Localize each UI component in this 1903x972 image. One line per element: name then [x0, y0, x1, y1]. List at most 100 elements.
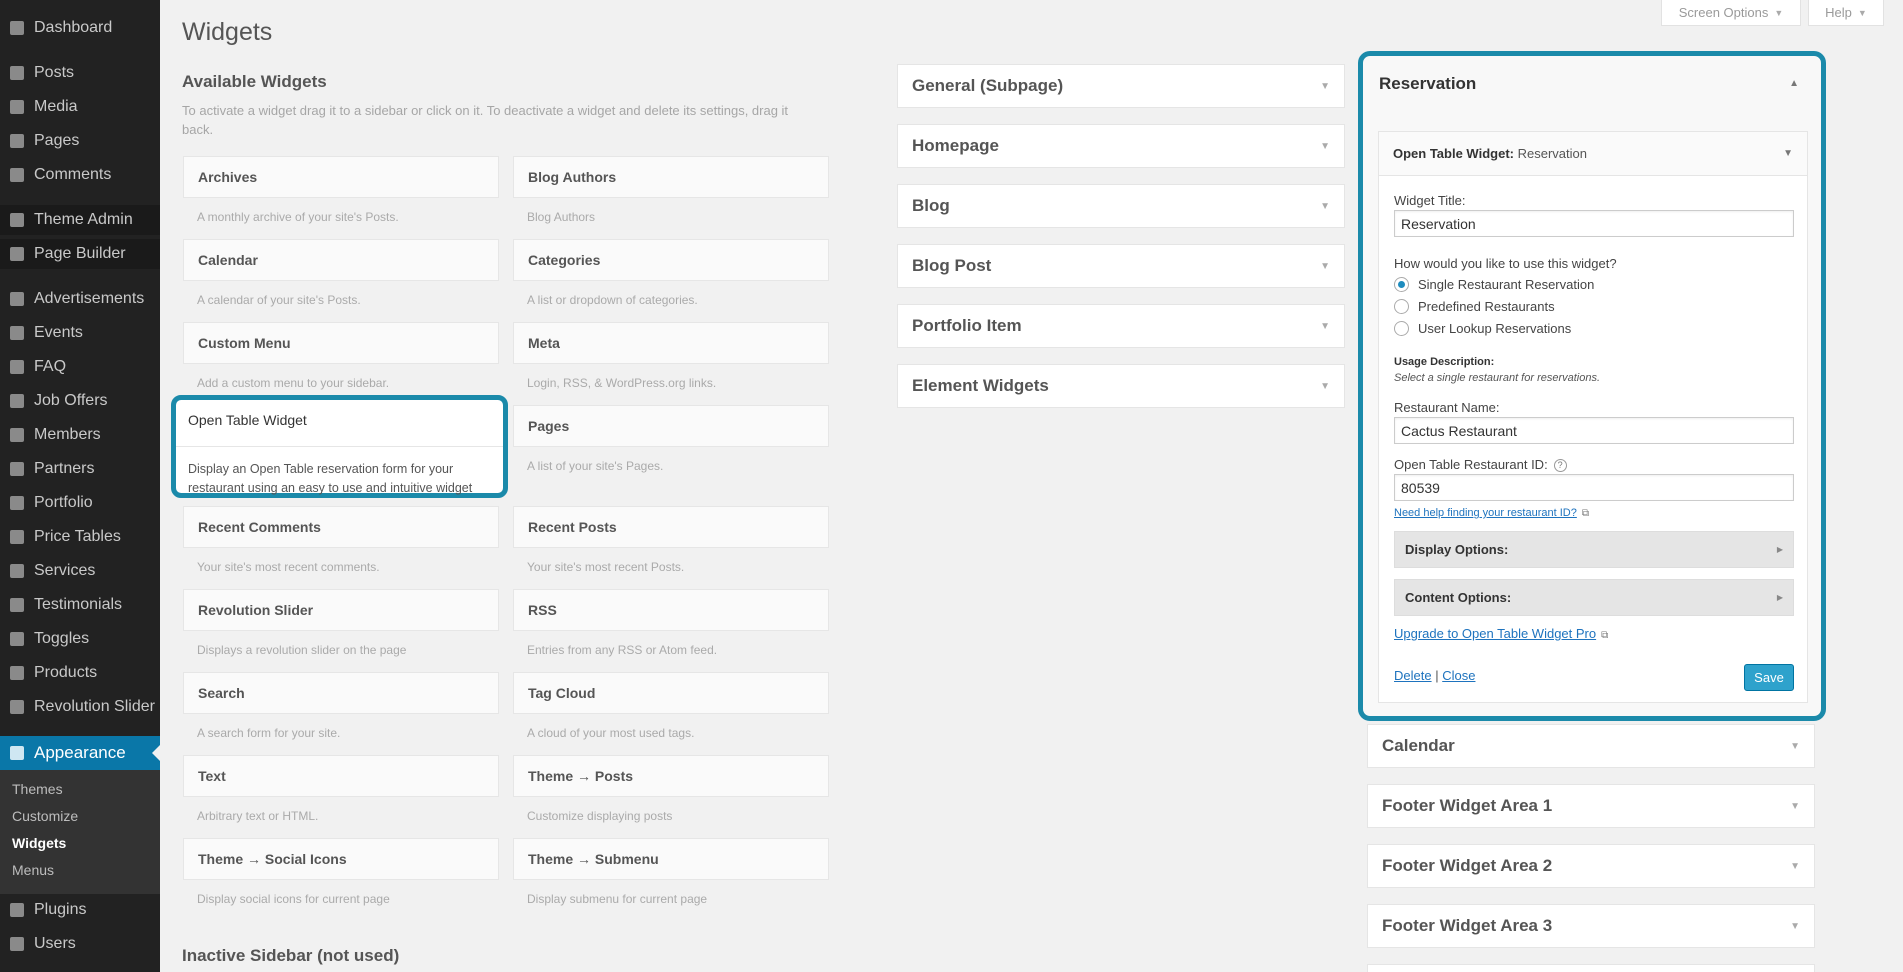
widget-revolution-slider[interactable]: Revolution Slider	[183, 589, 499, 631]
widget-calendar[interactable]: Calendar	[183, 239, 499, 281]
caret-down-icon: ▼	[1790, 800, 1800, 812]
sidebar-homepage[interactable]: Homepage ▼	[897, 124, 1345, 168]
menu-item-comments[interactable]: Comments	[0, 160, 160, 190]
widget-search[interactable]: Search	[183, 672, 499, 714]
sidebar-blog-post[interactable]: Blog Post ▼	[897, 244, 1345, 288]
caret-down-icon: ▼	[1790, 740, 1800, 752]
admin-menu: Dashboard Posts Media Pages Comments The…	[0, 0, 160, 972]
menu-item-testimonials[interactable]: Testimonials	[0, 590, 160, 620]
menu-item-users[interactable]: Users	[0, 929, 160, 959]
menu-item-plugins[interactable]: Plugins	[0, 895, 160, 925]
help-finding-id-link[interactable]: Need help finding your restaurant ID? ⧉	[1394, 507, 1589, 519]
widget-desc: A cloud of your most used tags.	[527, 726, 695, 740]
users-icon	[10, 937, 24, 951]
caret-down-icon: ▼	[1783, 148, 1793, 159]
menu-item-appearance[interactable]: Appearance	[0, 736, 160, 770]
plugins-icon	[10, 903, 24, 917]
delete-link[interactable]: Delete	[1394, 668, 1432, 683]
menu-item-portfolio[interactable]: Portfolio	[0, 488, 160, 518]
widget-text[interactable]: Text	[183, 755, 499, 797]
radio-user-lookup[interactable]: User Lookup Reservations	[1394, 321, 1571, 336]
paintbrush-icon	[10, 746, 24, 760]
sidebar-footer-widget-area-3[interactable]: Footer Widget Area 3 ▼	[1367, 904, 1815, 948]
widget-blog-authors[interactable]: Blog Authors	[513, 156, 829, 198]
widget-archives[interactable]: Archives	[183, 156, 499, 198]
menu-item-job-offers[interactable]: Job Offers	[0, 386, 160, 416]
content-options-toggle[interactable]: Content Options: ▶	[1394, 579, 1794, 616]
sidebar-calendar[interactable]: Calendar ▼	[1367, 724, 1815, 768]
widget-categories[interactable]: Categories	[513, 239, 829, 281]
sidebar-next-partial[interactable]	[1367, 964, 1815, 972]
sidebar-element-widgets[interactable]: Element Widgets ▼	[897, 364, 1345, 408]
screen-options-button[interactable]: Screen Options ▼	[1661, 0, 1801, 26]
menu-item-partners[interactable]: Partners	[0, 454, 160, 484]
widget-tag-cloud[interactable]: Tag Cloud	[513, 672, 829, 714]
close-link[interactable]: Close	[1442, 668, 1475, 683]
menu-item-pages[interactable]: Pages	[0, 126, 160, 156]
caret-right-icon: ▶	[1776, 593, 1783, 602]
menu-item-members[interactable]: Members	[0, 420, 160, 450]
menu-item-events[interactable]: Events	[0, 318, 160, 348]
menu-item-services[interactable]: Services	[0, 556, 160, 586]
menu-item-page-builder[interactable]: Page Builder	[0, 239, 160, 269]
dashboard-icon	[10, 21, 24, 35]
radio-single-restaurant[interactable]: Single Restaurant Reservation	[1394, 277, 1594, 292]
widget-meta[interactable]: Meta	[513, 322, 829, 364]
widget-desc: Add a custom menu to your sidebar.	[197, 376, 390, 390]
restaurant-name-input[interactable]: Cactus Restaurant	[1394, 417, 1794, 444]
usage-description: Select a single restaurant for reservati…	[1394, 372, 1601, 384]
menu-item-dashboard[interactable]: Dashboard	[0, 13, 160, 43]
widget-open-table-highlighted[interactable]: Open Table Widget Display an Open Table …	[171, 395, 508, 498]
sidebar-general-subpage[interactable]: General (Subpage) ▼	[897, 64, 1345, 108]
radio-predefined-restaurants[interactable]: Predefined Restaurants	[1394, 299, 1555, 314]
radio-unselected	[1394, 299, 1409, 314]
display-options-toggle[interactable]: Display Options: ▶	[1394, 531, 1794, 568]
caret-down-icon: ▼	[1790, 920, 1800, 932]
widget-recent-posts[interactable]: Recent Posts	[513, 506, 829, 548]
caret-up-icon[interactable]: ▲	[1789, 78, 1799, 89]
menu-item-faq[interactable]: FAQ	[0, 352, 160, 382]
widget-name: Open Table Widget:	[1393, 146, 1514, 161]
menu-item-price-tables[interactable]: Price Tables	[0, 522, 160, 552]
submenu-themes[interactable]: Themes	[12, 781, 63, 797]
widget-recent-comments[interactable]: Recent Comments	[183, 506, 499, 548]
sidebar-footer-widget-area-2[interactable]: Footer Widget Area 2 ▼	[1367, 844, 1815, 888]
widget-desc: Customize displaying posts	[527, 809, 673, 823]
save-button[interactable]: Save	[1744, 664, 1794, 691]
widget-theme-social-icons[interactable]: Theme → Social Icons	[183, 838, 499, 880]
upgrade-link[interactable]: Upgrade to Open Table Widget Pro ⧉	[1394, 626, 1608, 641]
caret-down-icon: ▼	[1857, 7, 1867, 18]
toggles-icon	[10, 632, 24, 646]
testimonials-icon	[10, 598, 24, 612]
menu-item-advertisements[interactable]: Advertisements	[0, 284, 160, 314]
menu-item-media[interactable]: Media	[0, 92, 160, 122]
widget-instance-title: Reservation	[1517, 146, 1587, 161]
widget-theme-posts[interactable]: Theme → Posts	[513, 755, 829, 797]
sidebar-portfolio-item[interactable]: Portfolio Item ▼	[897, 304, 1345, 348]
widget-theme-submenu[interactable]: Theme → Submenu	[513, 838, 829, 880]
widget-title-label: Widget Title:	[1394, 193, 1466, 208]
widget-pages[interactable]: Pages	[513, 405, 829, 447]
widget-header[interactable]: Open Table Widget: Reservation ▼	[1379, 132, 1807, 176]
radio-selected	[1394, 277, 1409, 292]
restaurant-id-input[interactable]: 80539	[1394, 474, 1794, 501]
submenu-menus[interactable]: Menus	[12, 862, 54, 878]
widget-rss[interactable]: RSS	[513, 589, 829, 631]
revolution-slider-icon	[10, 700, 24, 714]
menu-item-products[interactable]: Products	[0, 658, 160, 688]
members-icon	[10, 428, 24, 442]
widget-custom-menu[interactable]: Custom Menu	[183, 322, 499, 364]
help-button[interactable]: Help ▼	[1808, 0, 1884, 26]
menu-item-toggles[interactable]: Toggles	[0, 624, 160, 654]
widget-title-input[interactable]: Reservation	[1394, 210, 1794, 237]
submenu-customize[interactable]: Customize	[12, 808, 78, 824]
faq-icon	[10, 360, 24, 374]
sidebar-footer-widget-area-1[interactable]: Footer Widget Area 1 ▼	[1367, 784, 1815, 828]
menu-item-revolution-slider[interactable]: Revolution Slider	[0, 692, 160, 722]
restaurant-name-label: Restaurant Name:	[1394, 400, 1500, 415]
menu-item-posts[interactable]: Posts	[0, 58, 160, 88]
help-icon[interactable]: ?	[1553, 459, 1567, 473]
sidebar-blog[interactable]: Blog ▼	[897, 184, 1345, 228]
submenu-widgets[interactable]: Widgets	[12, 835, 66, 851]
menu-item-theme-admin[interactable]: Theme Admin	[0, 205, 160, 235]
